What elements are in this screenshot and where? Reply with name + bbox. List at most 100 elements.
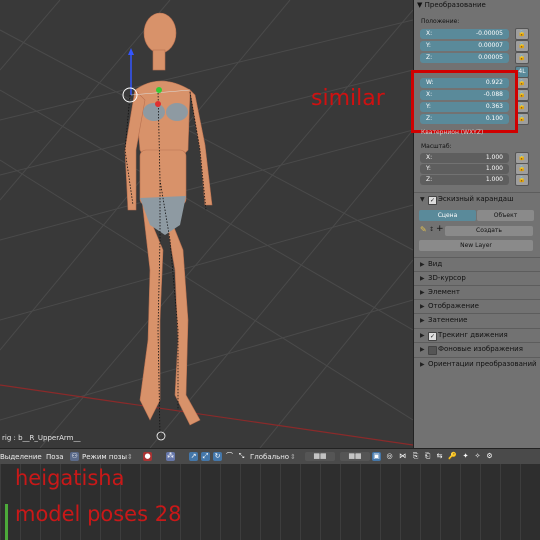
axis-label: Z:	[426, 176, 433, 183]
section-motion-tracking[interactable]: ▶ ✓ Трекинг движения	[414, 328, 540, 342]
watermark-line-2: model poses 28	[15, 502, 182, 526]
chevron-down-icon[interactable]: ⇕	[290, 451, 296, 463]
scale-icon[interactable]: ⌒	[225, 452, 234, 461]
mode-dropdown[interactable]: Режим позы	[82, 451, 127, 463]
section-label: Фоновые изображения	[438, 345, 523, 353]
expand-triangle-icon: ▶	[420, 261, 425, 268]
render-animation-icon[interactable]: ✧	[473, 452, 482, 461]
grease-pencil-label: Эскизный карандаш	[438, 195, 514, 203]
current-frame-marker[interactable]	[5, 504, 8, 540]
location-x-field[interactable]: X: -0.00005	[420, 29, 509, 39]
section-label: Затенение	[428, 316, 468, 324]
pose-mode-icon: ⚇	[70, 452, 79, 461]
field-value: 1.000	[485, 165, 503, 172]
expand-triangle-icon: ▶	[420, 332, 425, 339]
section-shading[interactable]: ▶ Затенение	[414, 313, 540, 327]
tab-object[interactable]: Объект	[477, 210, 534, 221]
opengl-icon[interactable]: ⚙	[485, 452, 494, 461]
section-view[interactable]: ▶ Вид	[414, 257, 540, 271]
field-value: -0.00005	[476, 30, 503, 37]
3d-viewport[interactable]: similar rig : b__R_UpperArm__	[0, 0, 413, 448]
pivot-icon[interactable]: ⁂	[166, 452, 175, 461]
axis-label: Y:	[426, 165, 431, 172]
lock-icon[interactable]: 🔒	[515, 174, 529, 186]
location-z-field[interactable]: Z: 0.00005	[420, 53, 509, 63]
field-value: 1.000	[485, 154, 503, 161]
lock-icon[interactable]: 🔒	[515, 40, 529, 52]
section-label: 3D-курсор	[428, 274, 466, 282]
expand-triangle-icon: ▶	[420, 361, 425, 368]
viewport-header: Выделение Поза ⚇ Режим позы ⇕ ● ⁂ ↗ ⤢ ↻ …	[0, 448, 540, 465]
orientation-dropdown[interactable]: Глобально	[250, 451, 289, 463]
checkbox-icon[interactable]: ✓	[428, 196, 437, 205]
layers-grid-left[interactable]: ▦▦	[305, 452, 335, 461]
active-object-name: rig : b__R_UpperArm__	[2, 434, 81, 442]
scale-z-field[interactable]: Z: 1.000	[420, 175, 509, 185]
paste-pose-icon[interactable]: ⎗	[423, 452, 432, 461]
annotation-label: similar	[311, 86, 385, 111]
checkbox-icon[interactable]: ✓	[428, 332, 437, 341]
expand-triangle-icon: ▶	[420, 289, 425, 296]
watermark-line-1: heigatisha	[15, 466, 125, 490]
highlight-box	[411, 70, 518, 133]
dropdown-arrows-icon[interactable]: ↕	[429, 226, 434, 233]
snap-icon[interactable]: ⋈	[398, 452, 407, 461]
section-display[interactable]: ▶ Отображение	[414, 299, 540, 313]
chevron-down-icon[interactable]: ⇕	[127, 451, 133, 463]
location-y-field[interactable]: Y: 0.00007	[420, 41, 509, 51]
location-label: Положение:	[421, 18, 460, 25]
proportional-icon[interactable]: ◎	[385, 452, 394, 461]
grease-pencil-header[interactable]: ▼ ✓ Эскизный карандаш	[414, 192, 540, 206]
section-transform-orientations[interactable]: ▶ Ориентации преобразований	[414, 357, 540, 371]
field-value: 0.00005	[478, 54, 503, 61]
properties-panel: ▼ Преобразование Положение: X: -0.00005 …	[411, 0, 540, 448]
copy-pose-icon[interactable]: ⎘	[411, 452, 420, 461]
layers-grid-right[interactable]: ▦▦	[340, 452, 370, 461]
field-value: 0.00007	[478, 42, 503, 49]
checkbox-icon[interactable]	[428, 346, 437, 355]
transform-icon[interactable]: ⤡	[237, 452, 246, 461]
section-label: Элемент	[428, 288, 460, 296]
section-3d-cursor[interactable]: ▶ 3D-курсор	[414, 271, 540, 285]
axis-label: X:	[426, 154, 433, 161]
keying-icon[interactable]: 🔑	[448, 452, 457, 461]
field-value: 1.000	[485, 176, 503, 183]
axis-label: X:	[426, 30, 433, 37]
section-label: Трекинг движения	[438, 331, 508, 339]
plus-icon[interactable]: +	[436, 224, 444, 234]
section-item[interactable]: ▶ Элемент	[414, 285, 540, 299]
scale-label: Масштаб:	[421, 143, 452, 150]
tab-scene[interactable]: Сцена	[419, 210, 476, 221]
section-background-images[interactable]: ▶ Фоновые изображения	[414, 342, 540, 356]
lock-icon[interactable]: 🔒	[515, 28, 529, 40]
transform-header-label: Преобразование	[424, 1, 486, 9]
scale-x-field[interactable]: X: 1.000	[420, 153, 509, 163]
expand-triangle-icon: ▶	[420, 346, 425, 353]
scale-y-field[interactable]: Y: 1.000	[420, 164, 509, 174]
rotate-icon[interactable]: ↻	[213, 452, 222, 461]
shading-icon[interactable]: ●	[143, 452, 152, 461]
render-icon[interactable]: ✦	[461, 452, 470, 461]
select-menu[interactable]: Выделение	[0, 451, 42, 463]
translate-icon[interactable]: ⤢	[201, 452, 210, 461]
new-layer-button[interactable]: New Layer	[419, 240, 533, 251]
rotation-mode-label[interactable]: Кватернион (WXYZ)	[421, 129, 483, 136]
pencil-icon: ✎	[420, 225, 427, 234]
lock-icon[interactable]: 🔒	[515, 52, 529, 64]
axis-label: Z:	[426, 54, 433, 61]
collapse-triangle-icon: ▼	[420, 196, 425, 203]
viewport-scene	[0, 0, 413, 448]
expand-triangle-icon: ▶	[420, 317, 425, 324]
pose-menu[interactable]: Поза	[46, 451, 64, 463]
paste-flipped-icon[interactable]: ⇆	[435, 452, 444, 461]
expand-triangle-icon: ▶	[420, 303, 425, 310]
expand-triangle-icon: ▶	[420, 275, 425, 282]
manipulator-icon[interactable]: ↗	[189, 452, 198, 461]
axis-label: Y:	[426, 42, 431, 49]
create-button[interactable]: Создать	[445, 226, 533, 236]
section-label: Вид	[428, 260, 443, 268]
transform-header[interactable]: ▼ Преобразование	[417, 0, 486, 11]
lock-layers-icon[interactable]: ▣	[372, 452, 381, 461]
section-label: Отображение	[428, 302, 479, 310]
section-label: Ориентации преобразований	[428, 360, 537, 368]
